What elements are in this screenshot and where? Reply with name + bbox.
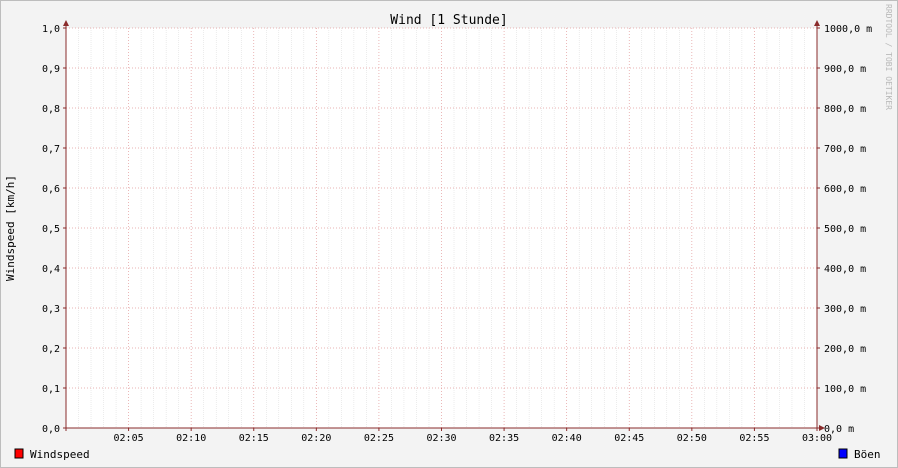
y2-tick-label: 400,0 m <box>824 264 866 275</box>
y-tick-labels: 0,0 0,1 0,2 0,3 0,4 0,5 0,6 0,7 0,8 0,9 1,0 <box>42 24 60 435</box>
x-tick-label: 02:20 <box>301 433 331 444</box>
y2-tick-label: 900,0 m <box>824 64 866 75</box>
y-tick-label: 0,8 <box>42 104 60 115</box>
y2-tick-label: 700,0 m <box>824 144 866 155</box>
legend: Windspeed Böen <box>14 448 881 461</box>
y-axis-label: Windspeed [km/h] <box>4 175 17 281</box>
x-tick-label: 02:30 <box>426 433 456 444</box>
y-tick-label: 0,2 <box>42 344 60 355</box>
legend-swatch-windspeed <box>14 448 24 459</box>
y-tick-label: 1,0 <box>42 24 60 35</box>
rrdtool-watermark: RRDTOOL / TOBI OETIKER <box>884 4 893 110</box>
wind-chart: 0,00,10,20,30,40,50,60,70,80,91,0 0,0 m1… <box>4 4 893 461</box>
x-tick-label: 02:25 <box>364 433 394 444</box>
x-tick-label: 02:05 <box>114 433 144 444</box>
legend-label-windspeed: Windspeed <box>30 448 90 461</box>
y2-axis-arrow <box>814 20 820 26</box>
y2-tick-label: 500,0 m <box>824 224 866 235</box>
y2-tick-label: 200,0 m <box>824 344 866 355</box>
x-tick-label: 03:00 <box>802 433 832 444</box>
y-tick-label: 0,1 <box>42 384 60 395</box>
y2-tick-label: 1000,0 m <box>824 24 872 35</box>
y-tick-label: 0,7 <box>42 144 60 155</box>
x-tick-label: 02:15 <box>239 433 269 444</box>
y2-tick-label: 300,0 m <box>824 304 866 315</box>
y2-tick-label: 600,0 m <box>824 184 866 195</box>
y2-tick-label: 800,0 m <box>824 104 866 115</box>
x-tick-label: 02:45 <box>614 433 644 444</box>
y-tick-label: 0,9 <box>42 64 60 75</box>
x-tick-label: 02:35 <box>489 433 519 444</box>
y-tick-label: 0,0 <box>42 424 60 435</box>
chart-title: Wind [1 Stunde] <box>390 13 507 28</box>
y-tick-label: 0,4 <box>42 264 60 275</box>
y-tick-label: 0,5 <box>42 224 60 235</box>
y-axis-arrow <box>63 20 69 26</box>
y2-tick-label: 100,0 m <box>824 384 866 395</box>
y-tick-label: 0,3 <box>42 304 60 315</box>
legend-swatch-boeen <box>838 448 848 459</box>
x-tick-label: 02:40 <box>552 433 582 444</box>
y-tick-label: 0,6 <box>42 184 60 195</box>
x-tick-label: 02:10 <box>176 433 206 444</box>
x-tick-labels: 02:05 02:10 02:15 02:20 02:25 02:30 02:35 02:40… <box>114 433 833 444</box>
x-tick-label: 02:50 <box>677 433 707 444</box>
legend-label-boeen: Böen <box>854 448 881 461</box>
x-tick-label: 02:55 <box>739 433 769 444</box>
y2-tick-labels: 0,0 m100,0 m200,0 m300,0 m400,0 m500,0 m… <box>824 24 872 435</box>
